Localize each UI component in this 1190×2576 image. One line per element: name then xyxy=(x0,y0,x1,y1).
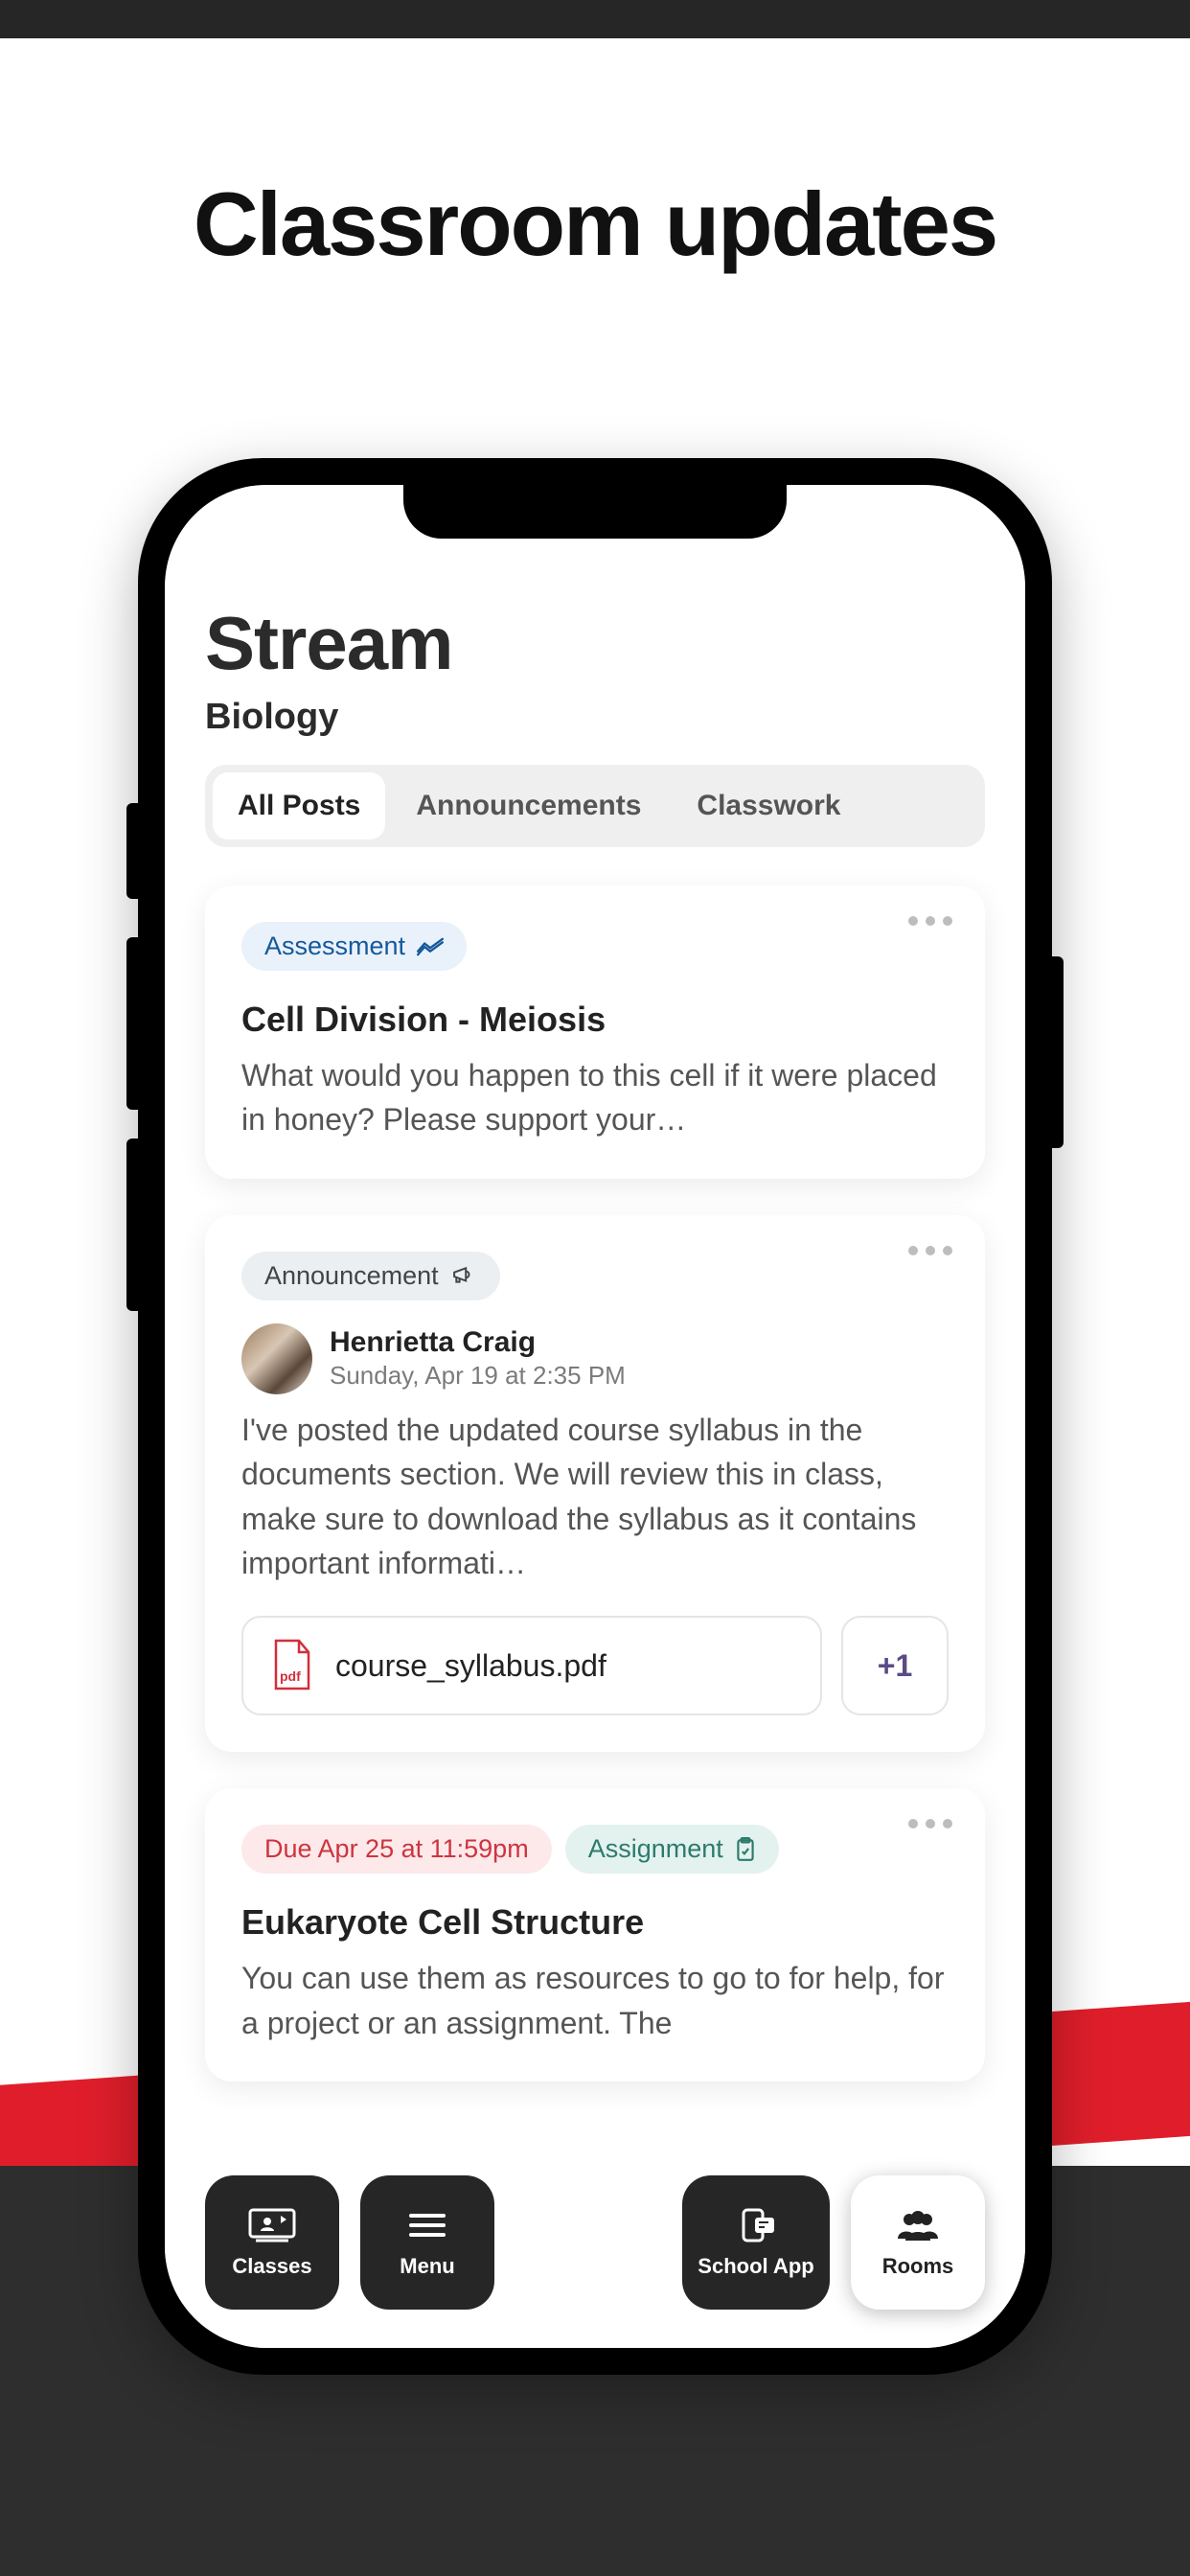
nav-school-app-button[interactable]: School App xyxy=(682,2175,830,2310)
author-name: Henrietta Craig xyxy=(330,1326,626,1359)
chip-label: Assignment xyxy=(588,1834,723,1864)
more-icon[interactable] xyxy=(908,916,952,926)
attachment-name: course_syllabus.pdf xyxy=(335,1648,606,1684)
nav-classes-button[interactable]: Classes xyxy=(205,2175,339,2310)
school-app-icon xyxy=(730,2206,782,2244)
page-subtitle: Biology xyxy=(205,697,985,738)
post-timestamp: Sunday, Apr 19 at 2:35 PM xyxy=(330,1361,626,1391)
due-label: Due Apr 25 at 11:59pm xyxy=(264,1834,529,1864)
post-card[interactable]: Due Apr 25 at 11:59pm Assignment Eukaryo… xyxy=(205,1788,985,2082)
svg-text:pdf: pdf xyxy=(280,1668,301,1684)
avatar xyxy=(241,1323,312,1394)
nav-label: Menu xyxy=(400,2254,454,2279)
post-title: Cell Division - Meiosis xyxy=(241,1000,949,1040)
page-title: Stream xyxy=(205,600,985,687)
nav-label: Rooms xyxy=(882,2254,954,2279)
more-icon[interactable] xyxy=(908,1246,952,1255)
clipboard-icon xyxy=(735,1837,756,1862)
post-body: I've posted the updated course syllabus … xyxy=(241,1408,949,1586)
classes-icon xyxy=(246,2206,298,2244)
nav-menu-button[interactable]: Menu xyxy=(360,2175,494,2310)
chip-announcement: Announcement xyxy=(241,1252,500,1300)
chip-due: Due Apr 25 at 11:59pm xyxy=(241,1825,552,1874)
post-title: Eukaryote Cell Structure xyxy=(241,1902,949,1943)
attachment-button[interactable]: pdf course_syllabus.pdf xyxy=(241,1616,822,1715)
nav-label: School App xyxy=(698,2254,813,2279)
nav-label: Classes xyxy=(232,2254,311,2279)
nav-rooms-button[interactable]: Rooms xyxy=(851,2175,985,2310)
post-card[interactable]: Assessment Cell Division - Meiosis What … xyxy=(205,886,985,1179)
posts-list: Assessment Cell Division - Meiosis What … xyxy=(205,886,985,2082)
more-icon[interactable] xyxy=(908,1819,952,1828)
chip-assignment: Assignment xyxy=(565,1825,779,1874)
chip-label: Announcement xyxy=(264,1261,439,1291)
tab-all-posts[interactable]: All Posts xyxy=(213,772,385,840)
post-body: You can use them as resources to go to f… xyxy=(241,1956,949,2045)
marketing-top-bar xyxy=(0,0,1190,38)
bottom-nav: Classes Menu xyxy=(205,2175,985,2310)
trend-icon xyxy=(417,937,444,956)
filter-tabs: All Posts Announcements Classwork xyxy=(205,765,985,847)
phone-frame: Stream Biology All Posts Announcements C… xyxy=(138,458,1052,2375)
post-card[interactable]: Announcement Henrietta Craig Sunday, Apr… xyxy=(205,1215,985,1753)
megaphone-icon xyxy=(450,1265,477,1286)
marketing-headline: Classroom updates xyxy=(0,172,1190,276)
tab-classwork[interactable]: Classwork xyxy=(672,772,865,840)
phone-notch xyxy=(403,485,787,539)
author-row: Henrietta Craig Sunday, Apr 19 at 2:35 P… xyxy=(241,1323,949,1394)
menu-icon xyxy=(401,2206,453,2244)
rooms-icon xyxy=(892,2206,944,2244)
pdf-icon: pdf xyxy=(270,1639,312,1692)
phone-screen: Stream Biology All Posts Announcements C… xyxy=(165,485,1025,2348)
tab-announcements[interactable]: Announcements xyxy=(391,772,666,840)
chip-label: Assessment xyxy=(264,932,405,961)
post-body: What would you happen to this cell if it… xyxy=(241,1053,949,1142)
chip-assessment: Assessment xyxy=(241,922,467,971)
attachments-more-button[interactable]: +1 xyxy=(841,1616,949,1715)
